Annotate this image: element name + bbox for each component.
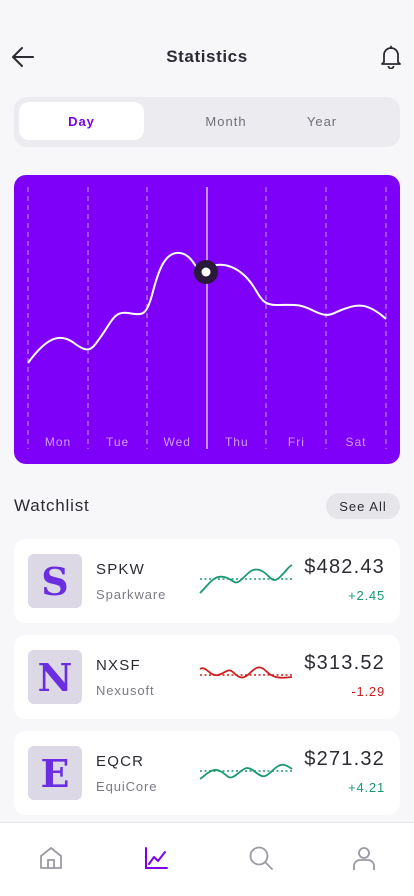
x-tick-label: Tue	[106, 435, 129, 449]
sparkline-down	[199, 666, 293, 679]
notifications-button[interactable]	[378, 43, 404, 71]
watchlist-title: Watchlist	[14, 496, 90, 515]
see-all-button[interactable]: See All	[326, 493, 400, 519]
tab-month[interactable]: Month	[164, 102, 288, 140]
search-icon	[249, 846, 273, 870]
x-tick-label: Fri	[288, 435, 305, 449]
x-tick-label: Wed	[163, 435, 190, 449]
stock-card-spkw[interactable]: S SPKW Sparkware $482.43 +2.45	[14, 539, 400, 623]
x-tick-label: Mon	[45, 435, 71, 449]
profile-icon	[353, 847, 375, 870]
tab-year[interactable]: Year	[274, 102, 370, 140]
tab-day[interactable]: Day	[19, 102, 144, 140]
sparkware-logo: S	[28, 554, 82, 608]
stock-card-eqcr[interactable]: E EQCR EquiCore $271.32 +4.21	[14, 731, 400, 815]
company-name: EquiCore	[96, 779, 158, 794]
sparkline-up	[199, 763, 293, 780]
price-change: +2.45	[348, 588, 385, 603]
x-tick-label: Thu	[225, 435, 249, 449]
bell-icon	[381, 45, 401, 69]
home-icon	[40, 847, 62, 869]
header: Statistics	[0, 0, 414, 100]
page-title: Statistics	[166, 47, 248, 66]
price-change: -1.29	[351, 684, 385, 699]
stock-price: $482.43	[304, 556, 385, 578]
x-tick-label: Sat	[345, 435, 366, 449]
stock-price: $271.32	[304, 748, 385, 770]
equicore-logo: E	[28, 746, 82, 800]
nexusoft-logo: N	[28, 650, 82, 704]
company-name: Sparkware	[96, 587, 167, 602]
company-name: Nexusoft	[96, 683, 155, 698]
period-selector: Day Month Year	[14, 97, 400, 147]
stock-ticker: NXSF	[96, 657, 141, 674]
stock-price: $313.52	[304, 652, 385, 674]
nav-profile[interactable]	[349, 843, 379, 873]
sparkline-up	[199, 564, 293, 594]
stock-card-nxsf[interactable]: N NXSF Nexusoft $313.52 -1.29	[14, 635, 400, 719]
nav-home[interactable]	[36, 843, 66, 873]
nav-statistics[interactable]	[141, 843, 171, 873]
price-change: +4.21	[348, 780, 385, 795]
stock-ticker: EQCR	[96, 753, 145, 770]
bottom-navigation	[0, 822, 414, 896]
statistics-chart[interactable]: Mon Tue Wed Thu Fri Sat	[14, 175, 400, 464]
stock-ticker: SPKW	[96, 561, 145, 578]
nav-search[interactable]	[246, 843, 276, 873]
chart-icon	[145, 847, 168, 869]
selected-point-center	[201, 267, 211, 277]
line-chart[interactable]: Mon Tue Wed Thu Fri Sat	[14, 175, 400, 464]
